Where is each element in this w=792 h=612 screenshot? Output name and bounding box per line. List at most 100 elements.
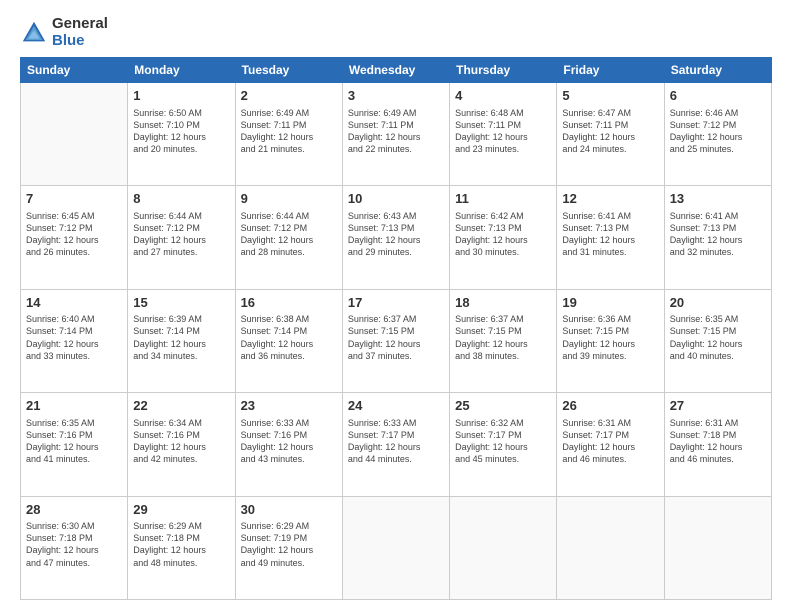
day-info: Sunrise: 6:40 AMSunset: 7:14 PMDaylight:… (26, 313, 122, 362)
day-info: Sunrise: 6:44 AMSunset: 7:12 PMDaylight:… (133, 210, 229, 259)
day-info: Sunrise: 6:33 AMSunset: 7:17 PMDaylight:… (348, 417, 444, 466)
calendar-cell: 27 Sunrise: 6:31 AMSunset: 7:18 PMDayligh… (664, 393, 771, 496)
day-info: Sunrise: 6:34 AMSunset: 7:16 PMDaylight:… (133, 417, 229, 466)
day-number: 6 (670, 87, 766, 105)
day-info: Sunrise: 6:31 AMSunset: 7:18 PMDaylight:… (670, 417, 766, 466)
calendar-cell (342, 496, 449, 599)
day-info: Sunrise: 6:39 AMSunset: 7:14 PMDaylight:… (133, 313, 229, 362)
day-number: 10 (348, 190, 444, 208)
calendar-cell: 21 Sunrise: 6:35 AMSunset: 7:16 PMDayligh… (21, 393, 128, 496)
day-number: 27 (670, 397, 766, 415)
calendar-cell: 9 Sunrise: 6:44 AMSunset: 7:12 PMDaylight… (235, 186, 342, 289)
day-info: Sunrise: 6:30 AMSunset: 7:18 PMDaylight:… (26, 520, 122, 569)
day-number: 3 (348, 87, 444, 105)
page: General Blue SundayMondayTuesdayWednesda… (0, 0, 792, 612)
calendar-cell: 12 Sunrise: 6:41 AMSunset: 7:13 PMDayligh… (557, 186, 664, 289)
day-header-wednesday: Wednesday (342, 58, 449, 83)
day-number: 29 (133, 501, 229, 519)
calendar-cell: 11Sunrise: 6:42 AMSunset: 7:13 PMDayligh… (450, 186, 557, 289)
logo-icon (20, 19, 48, 47)
day-number: 9 (241, 190, 337, 208)
day-info: Sunrise: 6:29 AMSunset: 7:18 PMDaylight:… (133, 520, 229, 569)
day-number: 28 (26, 501, 122, 519)
day-info: Sunrise: 6:35 AMSunset: 7:15 PMDaylight:… (670, 313, 766, 362)
day-header-sunday: Sunday (21, 58, 128, 83)
day-number: 5 (562, 87, 658, 105)
day-info: Sunrise: 6:41 AMSunset: 7:13 PMDaylight:… (562, 210, 658, 259)
calendar-cell: 3 Sunrise: 6:49 AMSunset: 7:11 PMDaylight… (342, 83, 449, 186)
calendar-cell: 8 Sunrise: 6:44 AMSunset: 7:12 PMDaylight… (128, 186, 235, 289)
calendar-cell (450, 496, 557, 599)
calendar-cell: 26 Sunrise: 6:31 AMSunset: 7:17 PMDayligh… (557, 393, 664, 496)
day-header-thursday: Thursday (450, 58, 557, 83)
day-number: 22 (133, 397, 229, 415)
day-info: Sunrise: 6:31 AMSunset: 7:17 PMDaylight:… (562, 417, 658, 466)
calendar-cell: 10 Sunrise: 6:43 AMSunset: 7:13 PMDayligh… (342, 186, 449, 289)
calendar-cell: 13 Sunrise: 6:41 AMSunset: 7:13 PMDayligh… (664, 186, 771, 289)
calendar-cell: 15Sunrise: 6:39 AMSunset: 7:14 PMDayligh… (128, 289, 235, 392)
day-number: 16 (241, 294, 337, 312)
day-info: Sunrise: 6:48 AMSunset: 7:11 PMDaylight:… (455, 107, 551, 156)
day-info: Sunrise: 6:49 AMSunset: 7:11 PMDaylight:… (348, 107, 444, 156)
calendar-cell: 24 Sunrise: 6:33 AMSunset: 7:17 PMDayligh… (342, 393, 449, 496)
logo-text: General Blue (52, 16, 108, 49)
calendar-cell: 20Sunrise: 6:35 AMSunset: 7:15 PMDayligh… (664, 289, 771, 392)
day-info: Sunrise: 6:43 AMSunset: 7:13 PMDaylight:… (348, 210, 444, 259)
calendar-cell: 2 Sunrise: 6:49 AMSunset: 7:11 PMDaylight… (235, 83, 342, 186)
calendar-cell: 29Sunrise: 6:29 AMSunset: 7:18 PMDayligh… (128, 496, 235, 599)
day-info: Sunrise: 6:50 AMSunset: 7:10 PMDaylight:… (133, 107, 229, 156)
calendar-cell: 23 Sunrise: 6:33 AMSunset: 7:16 PMDayligh… (235, 393, 342, 496)
day-info: Sunrise: 6:35 AMSunset: 7:16 PMDaylight:… (26, 417, 122, 466)
day-info: Sunrise: 6:41 AMSunset: 7:13 PMDaylight:… (670, 210, 766, 259)
day-number: 14 (26, 294, 122, 312)
calendar-cell: 6 Sunrise: 6:46 AMSunset: 7:12 PMDaylight… (664, 83, 771, 186)
calendar-cell: 18Sunrise: 6:37 AMSunset: 7:15 PMDayligh… (450, 289, 557, 392)
day-number: 19 (562, 294, 658, 312)
day-info: Sunrise: 6:46 AMSunset: 7:12 PMDaylight:… (670, 107, 766, 156)
day-info: Sunrise: 6:49 AMSunset: 7:11 PMDaylight:… (241, 107, 337, 156)
day-number: 12 (562, 190, 658, 208)
day-number: 13 (670, 190, 766, 208)
day-number: 20 (670, 294, 766, 312)
calendar-cell (664, 496, 771, 599)
day-header-friday: Friday (557, 58, 664, 83)
calendar-cell: 25 Sunrise: 6:32 AMSunset: 7:17 PMDayligh… (450, 393, 557, 496)
day-info: Sunrise: 6:47 AMSunset: 7:11 PMDaylight:… (562, 107, 658, 156)
day-number: 11 (455, 190, 551, 208)
day-number: 7 (26, 190, 122, 208)
logo: General Blue (20, 16, 108, 49)
header: General Blue (20, 16, 772, 49)
calendar-cell: 22 Sunrise: 6:34 AMSunset: 7:16 PMDayligh… (128, 393, 235, 496)
day-number: 17 (348, 294, 444, 312)
calendar-cell: 1 Sunrise: 6:50 AMSunset: 7:10 PMDaylight… (128, 83, 235, 186)
calendar-cell: 7 Sunrise: 6:45 AMSunset: 7:12 PMDaylight… (21, 186, 128, 289)
day-number: 18 (455, 294, 551, 312)
day-number: 23 (241, 397, 337, 415)
calendar-cell: 30Sunrise: 6:29 AMSunset: 7:19 PMDayligh… (235, 496, 342, 599)
day-number: 25 (455, 397, 551, 415)
day-number: 24 (348, 397, 444, 415)
calendar-cell: 5 Sunrise: 6:47 AMSunset: 7:11 PMDaylight… (557, 83, 664, 186)
calendar-cell: 4 Sunrise: 6:48 AMSunset: 7:11 PMDaylight… (450, 83, 557, 186)
day-info: Sunrise: 6:44 AMSunset: 7:12 PMDaylight:… (241, 210, 337, 259)
day-info: Sunrise: 6:37 AMSunset: 7:15 PMDaylight:… (348, 313, 444, 362)
day-number: 1 (133, 87, 229, 105)
day-number: 15 (133, 294, 229, 312)
day-info: Sunrise: 6:36 AMSunset: 7:15 PMDaylight:… (562, 313, 658, 362)
day-number: 8 (133, 190, 229, 208)
day-info: Sunrise: 6:45 AMSunset: 7:12 PMDaylight:… (26, 210, 122, 259)
calendar-table: SundayMondayTuesdayWednesdayThursdayFrid… (20, 57, 772, 600)
day-number: 21 (26, 397, 122, 415)
day-number: 4 (455, 87, 551, 105)
calendar-cell (21, 83, 128, 186)
calendar-cell: 16Sunrise: 6:38 AMSunset: 7:14 PMDayligh… (235, 289, 342, 392)
day-header-monday: Monday (128, 58, 235, 83)
day-info: Sunrise: 6:32 AMSunset: 7:17 PMDaylight:… (455, 417, 551, 466)
day-number: 26 (562, 397, 658, 415)
day-info: Sunrise: 6:38 AMSunset: 7:14 PMDaylight:… (241, 313, 337, 362)
day-number: 2 (241, 87, 337, 105)
day-info: Sunrise: 6:33 AMSunset: 7:16 PMDaylight:… (241, 417, 337, 466)
day-number: 30 (241, 501, 337, 519)
calendar-cell (557, 496, 664, 599)
calendar-cell: 14Sunrise: 6:40 AMSunset: 7:14 PMDayligh… (21, 289, 128, 392)
